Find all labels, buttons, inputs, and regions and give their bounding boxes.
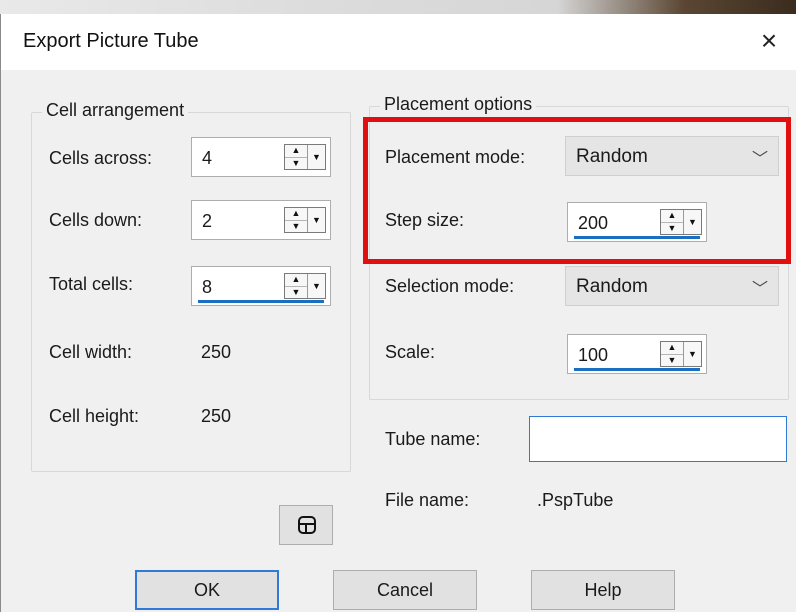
step-size-spinner[interactable]: ▲ ▼ ▼ bbox=[660, 209, 702, 235]
placement-mode-value: Random bbox=[576, 146, 648, 167]
total-cells-value: 8 bbox=[202, 277, 213, 297]
selection-mode-label: Selection mode: bbox=[385, 276, 515, 296]
scale-spinner[interactable]: ▲ ▼ ▼ bbox=[660, 341, 702, 367]
spin-drop-icon[interactable]: ▼ bbox=[308, 208, 325, 232]
placement-mode-label: Placement mode: bbox=[385, 147, 526, 167]
spin-drop-icon[interactable]: ▼ bbox=[308, 145, 325, 169]
scale-value: 100 bbox=[578, 345, 609, 365]
export-picture-tube-dialog: Export Picture Tube × Cell arrangement C… bbox=[0, 14, 796, 612]
tube-name-input[interactable] bbox=[529, 416, 787, 462]
ok-button[interactable]: OK bbox=[135, 570, 279, 610]
cells-down-input[interactable]: 2 ▲ ▼ ▼ bbox=[191, 200, 331, 240]
file-name-label: File name: bbox=[385, 490, 470, 510]
selection-mode-select[interactable]: Random ﹀ bbox=[565, 266, 779, 306]
spin-down-icon[interactable]: ▼ bbox=[661, 221, 683, 235]
title-bar: Export Picture Tube × bbox=[1, 14, 796, 70]
spin-down-icon[interactable]: ▼ bbox=[661, 353, 683, 367]
spin-down-icon[interactable]: ▼ bbox=[285, 285, 307, 299]
cells-across-spinner[interactable]: ▲ ▼ ▼ bbox=[284, 144, 326, 170]
close-icon[interactable]: × bbox=[751, 24, 787, 60]
file-name-value: .PspTube bbox=[537, 490, 614, 510]
total-cells-input[interactable]: 8 ▲ ▼ ▼ bbox=[191, 266, 331, 306]
chevron-down-icon: ﹀ bbox=[751, 151, 768, 168]
background-strip bbox=[0, 0, 796, 14]
cell-arrangement-legend: Cell arrangement bbox=[42, 100, 189, 121]
spin-up-icon[interactable]: ▲ bbox=[285, 208, 307, 220]
tube-name-label: Tube name: bbox=[385, 429, 481, 449]
scale-label: Scale: bbox=[385, 342, 436, 362]
cells-down-value: 2 bbox=[202, 211, 213, 231]
spin-down-icon[interactable]: ▼ bbox=[285, 219, 307, 233]
spin-down-icon[interactable]: ▼ bbox=[285, 156, 307, 170]
cell-height-label: Cell height: bbox=[49, 406, 140, 426]
selection-mode-value: Random bbox=[576, 276, 648, 297]
step-size-value: 200 bbox=[578, 213, 609, 233]
total-cells-spinner[interactable]: ▲ ▼ ▼ bbox=[284, 273, 326, 299]
placement-options-legend: Placement options bbox=[380, 94, 537, 115]
cancel-button[interactable]: Cancel bbox=[333, 570, 477, 610]
spin-up-icon[interactable]: ▲ bbox=[661, 210, 683, 222]
placement-mode-select[interactable]: Random ﹀ bbox=[565, 136, 779, 176]
spin-up-icon[interactable]: ▲ bbox=[285, 274, 307, 286]
cells-down-label: Cells down: bbox=[49, 210, 143, 230]
cells-down-spinner[interactable]: ▲ ▼ ▼ bbox=[284, 207, 326, 233]
step-size-label: Step size: bbox=[385, 210, 465, 230]
total-cells-label: Total cells: bbox=[49, 274, 134, 294]
cell-height-value: 250 bbox=[201, 406, 232, 426]
cells-across-label: Cells across: bbox=[49, 148, 153, 168]
step-size-input[interactable]: 200 ▲ ▼ ▼ bbox=[567, 202, 707, 242]
cells-across-value: 4 bbox=[202, 148, 213, 168]
scale-input[interactable]: 100 ▲ ▼ ▼ bbox=[567, 334, 707, 374]
spin-drop-icon[interactable]: ▼ bbox=[308, 274, 325, 298]
spin-up-icon[interactable]: ▲ bbox=[285, 145, 307, 157]
rounded-square-icon-button[interactable] bbox=[279, 505, 333, 545]
help-button[interactable]: Help bbox=[531, 570, 675, 610]
spin-drop-icon[interactable]: ▼ bbox=[684, 342, 701, 366]
spin-drop-icon[interactable]: ▼ bbox=[684, 210, 701, 234]
spin-up-icon[interactable]: ▲ bbox=[661, 342, 683, 354]
dialog-title: Export Picture Tube bbox=[23, 30, 199, 52]
cell-width-value: 250 bbox=[201, 342, 232, 362]
cell-width-label: Cell width: bbox=[49, 342, 133, 362]
rounded-square-icon bbox=[298, 516, 316, 534]
chevron-down-icon: ﹀ bbox=[751, 281, 768, 298]
cells-across-input[interactable]: 4 ▲ ▼ ▼ bbox=[191, 137, 331, 177]
